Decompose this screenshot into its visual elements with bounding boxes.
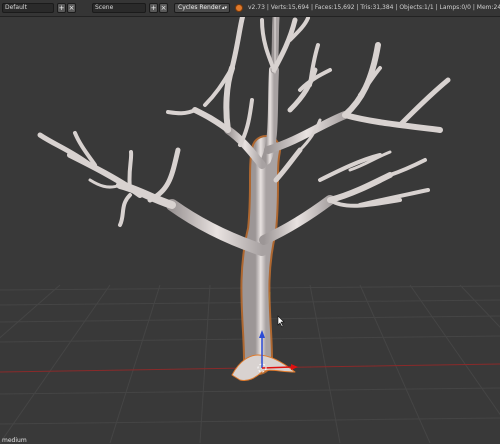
blender-logo-icon	[235, 4, 243, 12]
scene-selector[interactable]: Scene	[92, 3, 146, 13]
x-arrow-icon	[291, 364, 298, 370]
tree-mesh[interactable]	[37, 17, 451, 381]
scene-remove-button[interactable]: ×	[159, 3, 168, 13]
dropdown-arrows-icon: ▴▾	[221, 5, 227, 11]
layout-add-button[interactable]: +	[57, 3, 66, 13]
scene-statistics: v2.73 | Verts:15,694 | Faces:15,692 | Tr…	[248, 4, 500, 11]
layout-remove-button[interactable]: ×	[67, 3, 76, 13]
info-header: Default + × Scene + × Cycles Render ▴▾ v…	[0, 0, 500, 17]
3d-viewport[interactable]	[0, 17, 500, 443]
layout-selector[interactable]: Default	[2, 3, 54, 13]
scene-add-button[interactable]: +	[149, 3, 158, 13]
render-engine-dropdown[interactable]: Cycles Render ▴▾	[174, 3, 230, 13]
mouse-pointer-icon	[277, 315, 285, 328]
render-engine-label: Cycles Render	[178, 4, 221, 11]
